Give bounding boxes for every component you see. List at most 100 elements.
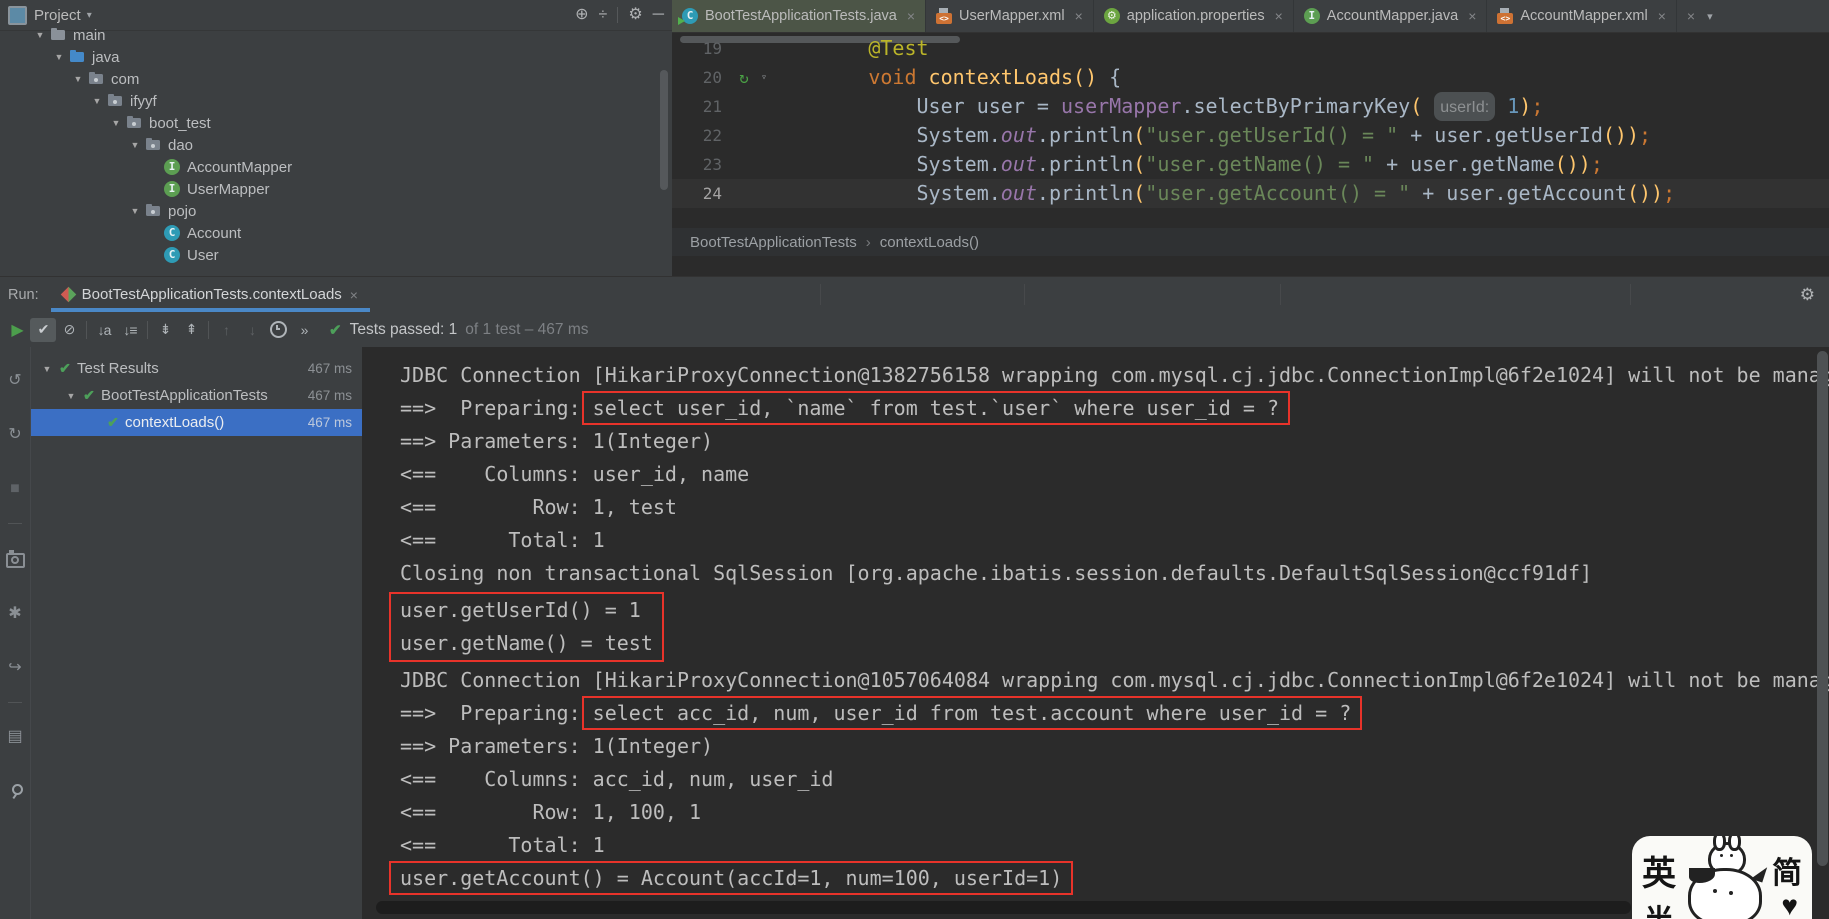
collapse-all-icon[interactable]: ÷ — [599, 7, 608, 23]
thread-dump-button[interactable] — [5, 550, 25, 568]
project-tree-item[interactable]: User — [0, 244, 672, 266]
console-horizontal-scrollbar[interactable] — [376, 901, 1631, 914]
pin-tab-button[interactable] — [7, 783, 23, 799]
tab-boottestapplicationtests-java[interactable]: BootTestApplicationTests.java × — [672, 0, 927, 32]
expand-arrow-icon[interactable]: ▼ — [87, 96, 107, 106]
code-line: 22 System. out .println("user.getUserId() … — [672, 121, 1829, 150]
project-scrollbar[interactable] — [660, 70, 668, 190]
project-panel-title[interactable]: Project — [34, 7, 81, 24]
show-passed-toggle[interactable]: ✔ — [30, 317, 56, 342]
project-tree-item[interactable]: ▼ boot_test — [0, 112, 672, 134]
test-tree-item[interactable]: ▼ ✔ BootTestApplicationTests 467 ms — [31, 382, 362, 409]
more-actions-button[interactable]: » — [291, 318, 317, 342]
test-history-button[interactable] — [265, 318, 291, 342]
meme-sticker: 英 简 半 ♥ — [1632, 836, 1812, 919]
tab-overflow-icon[interactable]: ▾ — [1707, 10, 1713, 23]
run-console[interactable]: JDBC Connection [HikariProxyConnection@1… — [362, 347, 1829, 919]
tab-accountmapper-xml[interactable]: AccountMapper.xml × — [1487, 0, 1677, 32]
next-failed-test-button[interactable]: ↓ — [239, 318, 265, 342]
expand-arrow-icon[interactable]: ▼ — [106, 118, 126, 128]
tab-close-icon[interactable]: × — [1275, 8, 1283, 24]
console-line: ==> Parameters: 1(Integer) — [362, 730, 1829, 763]
expand-arrow-icon[interactable]: ▼ — [125, 206, 145, 216]
test-tree-item[interactable]: ✔ contextLoads() 467 ms — [31, 409, 362, 436]
expand-arrow-icon[interactable]: ▼ — [39, 364, 55, 374]
code-token: out — [1000, 123, 1037, 147]
run-label: Run: — [8, 286, 39, 303]
sort-by-duration-button[interactable]: ↓≡ — [117, 318, 143, 342]
project-tree-item[interactable]: Account — [0, 222, 672, 244]
tab-close-icon[interactable]: × — [907, 8, 915, 24]
run-panel: Run: BootTestApplicationTests.contextLoa… — [0, 276, 1829, 919]
run-test-gutter-icon[interactable]: ↻ — [732, 63, 756, 92]
tree-item-label: ifyyf — [130, 92, 157, 110]
code-line: 20 ↻ ▿ void contextLoads() { — [672, 63, 1829, 92]
expand-arrow-icon[interactable]: ▼ — [49, 52, 69, 62]
sort-alphabetically-button[interactable]: ↓a — [91, 318, 117, 342]
project-tree-item[interactable]: AccountMapper — [0, 156, 672, 178]
project-tree-item[interactable]: ▼ main — [0, 24, 672, 46]
breadcrumb-method[interactable]: contextLoads() — [880, 234, 979, 251]
locate-icon[interactable]: ⊕ — [575, 7, 588, 23]
previous-failed-test-button[interactable]: ↑ — [213, 318, 239, 342]
expand-arrow-icon[interactable]: ▼ — [68, 74, 88, 84]
code-token: contextLoads — [928, 65, 1074, 89]
code-token: .println — [1036, 181, 1134, 205]
tab-close-icon[interactable]: × — [1658, 8, 1666, 24]
code-token: void — [868, 65, 917, 89]
test-name: BootTestApplicationTests — [101, 387, 268, 404]
project-header-icons: ⊕ ÷ ⚙ ─ — [575, 7, 664, 23]
rerun-failed-tests-button[interactable]: ↺ — [8, 373, 21, 389]
test-tree-item[interactable]: ▼ ✔ Test Results 467 ms — [31, 355, 362, 382]
expand-arrow-icon[interactable]: ▼ — [125, 140, 145, 150]
expand-arrow-icon[interactable]: ▼ — [30, 30, 50, 40]
project-tool-icon — [8, 5, 27, 25]
chevron-down-icon[interactable]: ▾ — [87, 10, 92, 21]
code-token: ; — [1663, 181, 1676, 205]
toggle-auto-test-button[interactable]: ↻ — [8, 427, 21, 443]
project-tree-item[interactable]: ▼ dao — [0, 134, 672, 156]
divider — [8, 702, 22, 703]
console-line: ==> Preparing: select acc_id, num, user_… — [362, 696, 1829, 730]
tab-application-properties[interactable]: application.properties × — [1094, 0, 1294, 32]
console-vertical-scrollbar[interactable] — [1817, 351, 1828, 866]
project-tree-item[interactable]: ▼ java — [0, 46, 672, 68]
code-editor[interactable]: 19 @Test 20 ↻ ▿ void contextLoads() {21 Use… — [672, 34, 1829, 208]
settings-icon[interactable]: ⚙ — [628, 7, 642, 23]
code-token: out — [1000, 152, 1037, 176]
project-tree-item[interactable]: ▼ com — [0, 68, 672, 90]
meme-char-top-right: 简 — [1772, 856, 1802, 891]
code-line: 19 @Test — [672, 34, 1829, 63]
show-ignored-button[interactable]: ⊘ — [56, 318, 82, 342]
meme-char-bottom-left: 半 — [1644, 896, 1674, 919]
divider — [208, 320, 209, 339]
tab-usermapper-xml[interactable]: UserMapper.xml × — [926, 0, 1094, 32]
breadcrumb-class[interactable]: BootTestApplicationTests — [690, 234, 857, 251]
tab-accountmapper-java[interactable]: AccountMapper.java × — [1294, 0, 1488, 32]
close-icon[interactable]: × — [350, 287, 358, 303]
tab-close-icon[interactable]: × — [1075, 8, 1083, 24]
jump-to-source-button[interactable]: ↪ — [8, 660, 21, 676]
console-output: JDBC Connection [HikariProxyConnection@1… — [362, 359, 1829, 895]
code-token: System. — [772, 181, 1001, 205]
project-tree-item[interactable]: ▼ pojo — [0, 200, 672, 222]
header-divider — [1630, 284, 1631, 305]
expand-arrow-icon[interactable]: ▼ — [63, 391, 79, 401]
console-line: user.getUserId() = 1 — [400, 598, 641, 622]
rerun-test-button[interactable]: ▶ — [4, 318, 30, 342]
run-tab[interactable]: BootTestApplicationTests.contextLoads × — [50, 277, 371, 312]
expand-all-button[interactable]: ⇟ — [152, 318, 178, 342]
console-line: Closing non transactional SqlSession [or… — [362, 557, 1829, 590]
project-tree-item[interactable]: UserMapper — [0, 178, 672, 200]
hide-panel-icon[interactable]: ─ — [653, 7, 664, 23]
line-number: 20 — [702, 68, 722, 87]
gear-icon[interactable]: ⚙ — [1800, 285, 1815, 305]
project-tree-item[interactable]: ▼ ifyyf — [0, 90, 672, 112]
collapse-all-button[interactable]: ⇞ — [178, 318, 204, 342]
layout-settings-button[interactable]: ▤ — [7, 729, 22, 745]
stop-button[interactable]: ■ — [10, 481, 20, 497]
tab-close-icon[interactable]: × — [1468, 8, 1476, 24]
coverage-button[interactable]: ✱ — [8, 606, 21, 622]
close-icon[interactable]: × — [1687, 8, 1695, 24]
project-panel: Project ▾ ⊕ ÷ ⚙ ─ ▼ main ▼ java ▼ com ▼ ifyyf ▼ boot… — [0, 0, 673, 276]
